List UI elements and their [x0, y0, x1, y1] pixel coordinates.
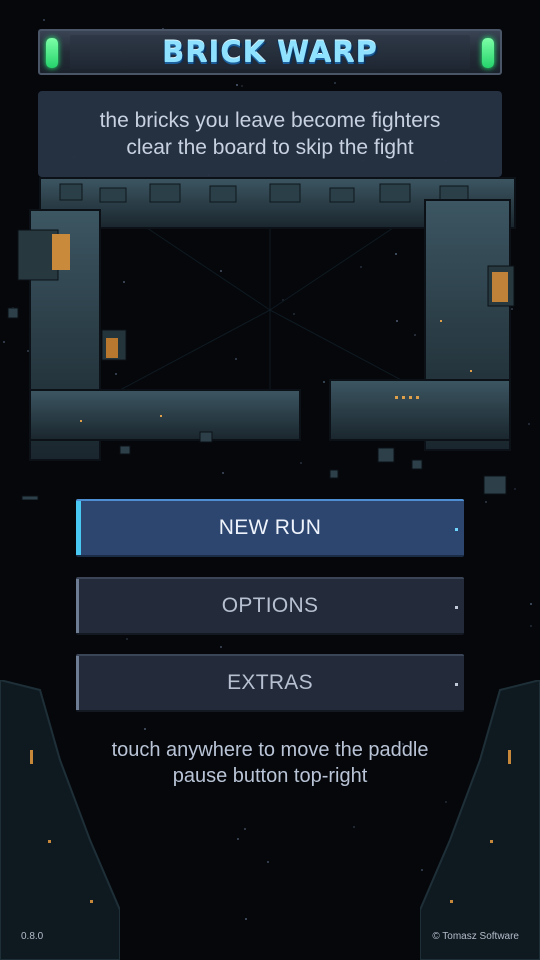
- star: [43, 19, 45, 21]
- hint-line-1: the bricks you leave become fighters: [99, 109, 441, 132]
- button-accent: [76, 656, 79, 710]
- star: [530, 603, 532, 605]
- star: [267, 861, 269, 863]
- star: [236, 84, 238, 86]
- star: [334, 82, 336, 84]
- star: [530, 625, 532, 627]
- new-run-button[interactable]: NEW RUN: [76, 499, 464, 557]
- star: [220, 646, 222, 648]
- hint-line-2: clear the board to skip the fight: [126, 136, 414, 159]
- button-accent: [76, 501, 81, 555]
- button-marker: [455, 606, 458, 609]
- copyright-label: © Tomasz Software: [432, 931, 519, 942]
- game-title: BRICK WARP: [162, 35, 378, 69]
- star: [237, 838, 239, 840]
- button-marker: [455, 528, 458, 531]
- star: [244, 828, 246, 830]
- gameplay-hint-panel: the bricks you leave become fighters cle…: [38, 91, 502, 177]
- extras-label: EXTRAS: [227, 671, 313, 694]
- options-button[interactable]: OPTIONS: [76, 577, 464, 635]
- controls-hint: touch anywhere to move the paddle pause …: [0, 737, 540, 789]
- star: [353, 826, 355, 828]
- star: [245, 918, 247, 920]
- star: [126, 638, 128, 640]
- button-accent: [76, 579, 79, 633]
- title-banner: BRICK WARP: [38, 29, 502, 75]
- controls-hint-line-1: touch anywhere to move the paddle: [111, 739, 429, 761]
- title-light-left: [46, 38, 58, 68]
- corner-structure-left: [0, 680, 120, 960]
- button-marker: [455, 683, 458, 686]
- extras-button[interactable]: EXTRAS: [76, 654, 464, 712]
- new-run-label: NEW RUN: [218, 516, 322, 539]
- space-station-artwork: [7, 177, 516, 500]
- corner-structure-right: [420, 680, 540, 960]
- star: [485, 501, 487, 503]
- options-label: OPTIONS: [221, 594, 319, 617]
- title-light-right: [482, 38, 494, 68]
- controls-hint-line-2: pause button top-right: [172, 765, 368, 787]
- star: [144, 728, 146, 730]
- star: [241, 85, 243, 87]
- version-label: 0.8.0: [21, 931, 44, 942]
